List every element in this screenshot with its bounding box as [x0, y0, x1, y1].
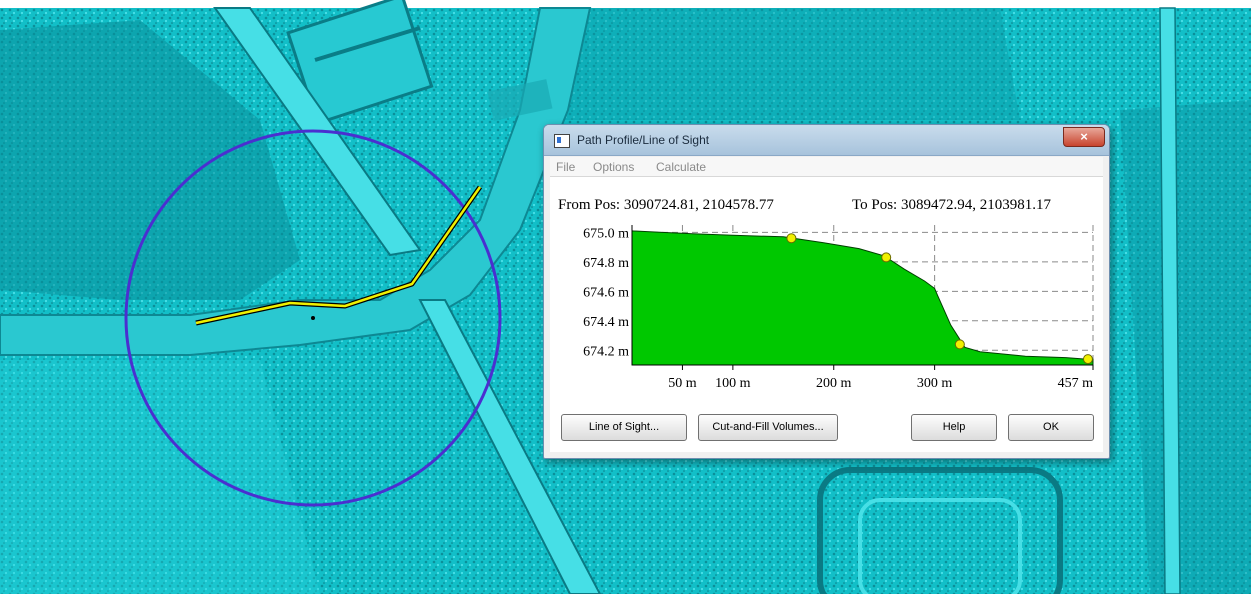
y-tick-label: 675.0 m	[583, 226, 629, 241]
menu-options[interactable]: Options	[593, 160, 634, 174]
dialog-titlebar[interactable]: Path Profile/Line of Sight ×	[544, 125, 1109, 156]
dialog-title: Path Profile/Line of Sight	[577, 133, 710, 147]
from-position: From Pos: 3090724.81, 2104578.77	[558, 197, 774, 213]
menubar: File Options Calculate	[550, 157, 1103, 177]
y-tick-label: 674.6 m	[583, 285, 629, 300]
dialog-client: From Pos: 3090724.81, 2104578.77 To Pos:…	[550, 177, 1103, 452]
ok-button[interactable]: OK	[1008, 414, 1094, 441]
menu-calculate[interactable]: Calculate	[656, 160, 706, 174]
x-tick-label: 200 m	[816, 376, 852, 391]
path-profile-dialog: Path Profile/Line of Sight × File Option…	[543, 124, 1110, 459]
profile-marker[interactable]	[954, 339, 965, 350]
profile-marker[interactable]	[1082, 354, 1093, 365]
profile-chart: 674.2 m 674.4 m 674.6 m 674.8 m 675.0 m 50 m…	[583, 225, 1094, 391]
help-button[interactable]: Help	[911, 414, 997, 441]
y-tick-label: 674.2 m	[583, 344, 629, 359]
screenshot: Path Profile/Line of Sight × File Option…	[0, 0, 1251, 594]
close-button[interactable]: ×	[1063, 127, 1105, 147]
app-icon	[554, 134, 570, 148]
menu-file[interactable]: File	[556, 160, 575, 174]
profile-marker[interactable]	[786, 233, 797, 244]
x-tick-label: 300 m	[917, 376, 953, 391]
cut-and-fill-button[interactable]: Cut-and-Fill Volumes...	[698, 414, 838, 441]
x-tick-label: 50 m	[668, 376, 697, 391]
hill-shade	[560, 8, 1020, 120]
center-point	[311, 316, 315, 320]
terrain-area	[631, 230, 1094, 366]
profile-marker[interactable]	[881, 252, 892, 263]
y-tick-label: 674.4 m	[583, 315, 629, 330]
x-tick-label: 457 m	[1058, 376, 1094, 391]
line-of-sight-button[interactable]: Line of Sight...	[561, 414, 687, 441]
to-position: To Pos: 3089472.94, 2103981.17	[852, 197, 1051, 213]
x-tick-label: 100 m	[715, 376, 751, 391]
y-tick-label: 674.8 m	[583, 256, 629, 271]
